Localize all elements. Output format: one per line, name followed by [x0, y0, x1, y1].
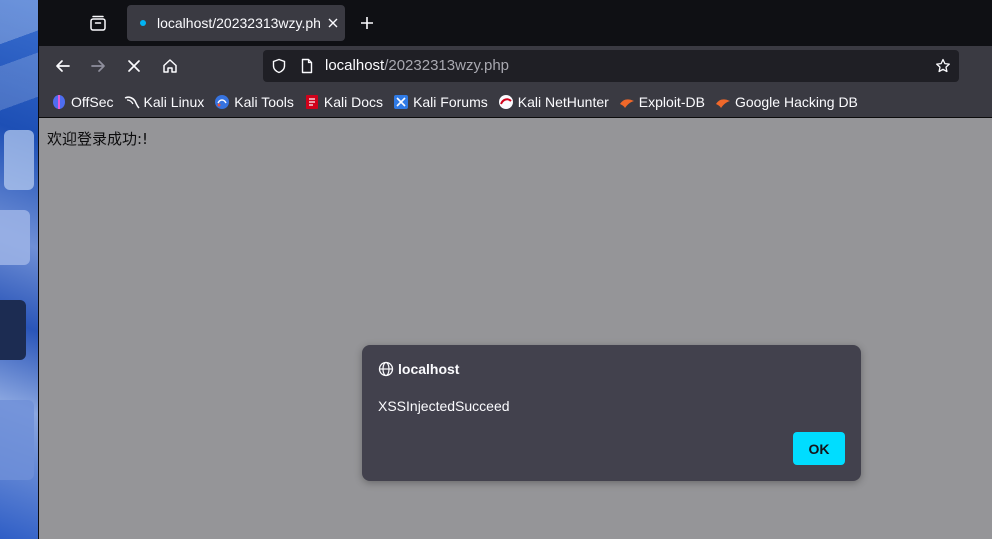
dialog-header: localhost: [378, 361, 459, 377]
bookmark-kali-forums[interactable]: Kali Forums: [393, 94, 488, 110]
forward-arrow-icon: [91, 60, 105, 72]
shield-icon[interactable]: [271, 58, 287, 74]
bookmark-label: Google Hacking DB: [734, 93, 858, 110]
dialog-host: localhost: [398, 361, 460, 377]
bookmark-label: Kali Linux: [143, 93, 205, 110]
kali-tools-icon: [214, 94, 230, 110]
page-message: 欢迎登录成功:!: [47, 130, 149, 148]
bookmark-label: Kali Docs: [323, 93, 384, 110]
home-button[interactable]: [158, 54, 182, 78]
back-button[interactable]: [51, 54, 75, 78]
kali-forums-icon: [393, 94, 409, 110]
page-content: 欢迎登录成功:! localhost XSSInjectedSucceed OK: [39, 119, 992, 539]
bookmarks-toolbar: OffSec Kali Linux Kali Tools Kali Docs K…: [39, 86, 992, 118]
bookmark-offsec[interactable]: OffSec: [51, 94, 114, 110]
tab-strip: localhost/20232313wzy.php: [39, 0, 992, 46]
page-loading-icon: [135, 15, 151, 31]
plus-icon: [361, 17, 373, 29]
dialog-message: XSSInjectedSucceed: [378, 398, 510, 414]
bookmark-label: Kali Forums: [413, 93, 488, 110]
page-info-icon[interactable]: [299, 58, 315, 74]
navigation-toolbar: localhost/20232313wzy.php: [39, 46, 992, 86]
bookmark-google-hacking-db[interactable]: Google Hacking DB: [715, 94, 858, 110]
bookmark-star-icon[interactable]: [935, 58, 951, 74]
ok-button[interactable]: OK: [793, 432, 845, 465]
bookmark-label: OffSec: [71, 93, 114, 110]
url-host: localhost: [325, 57, 385, 74]
back-arrow-icon: [56, 60, 70, 72]
exploit-db-icon: [619, 94, 635, 110]
tab-active[interactable]: localhost/20232313wzy.php: [127, 5, 345, 41]
bookmark-exploit-db[interactable]: Exploit-DB: [619, 94, 705, 110]
bookmark-label: Kali Tools: [234, 93, 294, 110]
tab-overview-icon: [90, 15, 106, 31]
globe-icon: [378, 361, 394, 377]
new-tab-button[interactable]: [357, 13, 377, 33]
bookmark-kali-nethunter[interactable]: Kali NetHunter: [498, 94, 609, 110]
offsec-icon: [51, 94, 67, 110]
stop-icon: [128, 60, 140, 72]
kali-dragon-icon: [124, 94, 140, 110]
bookmark-label: Kali NetHunter: [517, 93, 609, 110]
url-bar[interactable]: localhost/20232313wzy.php: [263, 50, 959, 82]
stop-button[interactable]: [122, 54, 146, 78]
browser-window: localhost/20232313wzy.php localhost/2023…: [38, 0, 992, 539]
forward-button[interactable]: [86, 54, 110, 78]
url-path: /20232313wzy.php: [384, 57, 510, 74]
desktop-wallpaper: [0, 0, 38, 539]
alert-dialog: localhost XSSInjectedSucceed OK: [362, 345, 861, 481]
home-icon: [163, 59, 177, 73]
nethunter-icon: [498, 94, 514, 110]
close-icon[interactable]: [325, 15, 341, 31]
bookmark-kali-linux[interactable]: Kali Linux: [124, 93, 205, 110]
tab-title: localhost/20232313wzy.php: [157, 15, 321, 31]
bookmark-label: Exploit-DB: [638, 93, 705, 110]
tab-list-button[interactable]: [87, 12, 109, 34]
url-text[interactable]: localhost/20232313wzy.php: [325, 57, 509, 74]
bookmark-kali-tools[interactable]: Kali Tools: [214, 94, 294, 110]
bookmark-kali-docs[interactable]: Kali Docs: [304, 94, 383, 110]
kali-docs-icon: [304, 94, 320, 110]
ghdb-icon: [715, 94, 731, 110]
